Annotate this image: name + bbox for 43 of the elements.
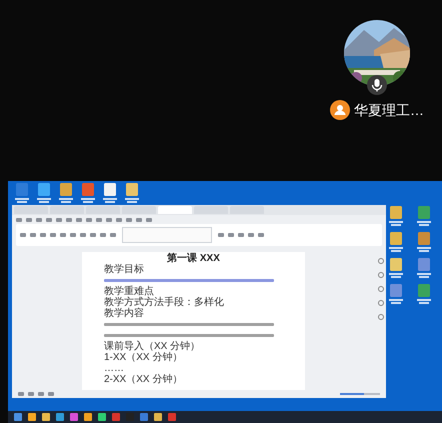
desktop-icon[interactable] xyxy=(14,182,30,204)
taskbar-icon[interactable] xyxy=(84,413,92,421)
taskbar-icon[interactable] xyxy=(56,413,64,421)
document-line: 2-XX（XX 分钟） xyxy=(104,374,184,385)
desktop-icon[interactable] xyxy=(416,283,432,305)
taskbar-icon[interactable] xyxy=(154,413,162,421)
side-tool-icon[interactable] xyxy=(378,286,384,292)
document-line: 教学内容 xyxy=(104,308,145,319)
taskbar-icon[interactable] xyxy=(42,413,50,421)
document-line: 1-XX（XX 分钟） xyxy=(104,352,184,363)
taskbar-icon[interactable] xyxy=(112,413,120,421)
desktop-icon[interactable] xyxy=(388,257,404,279)
document-line: 教学方式方法手段：多样化 xyxy=(104,297,225,308)
side-tool-icon[interactable] xyxy=(378,314,384,320)
taskbar-icon[interactable] xyxy=(98,413,106,421)
taskbar-icon[interactable] xyxy=(168,413,176,421)
document-title: 第一课 XXX xyxy=(166,253,221,264)
person-icon xyxy=(330,100,350,120)
desktop-icon[interactable] xyxy=(36,182,52,204)
side-tool-icon[interactable] xyxy=(378,300,384,306)
desktop-icon[interactable] xyxy=(102,182,118,204)
desktop-icon[interactable] xyxy=(124,182,140,204)
desktop-icon[interactable] xyxy=(388,205,404,227)
document-line: 课前导入（XX 分钟） xyxy=(104,341,202,352)
desktop-icon[interactable] xyxy=(416,205,432,227)
desktop-icon[interactable] xyxy=(416,257,432,279)
document-line: …… xyxy=(104,363,125,374)
desktop-icon[interactable] xyxy=(416,231,432,253)
desktop-icon[interactable] xyxy=(80,182,96,204)
desktop-icon[interactable] xyxy=(388,283,404,305)
taskbar-icon[interactable] xyxy=(28,413,36,421)
taskbar-icon[interactable] xyxy=(140,413,148,421)
desktop-icon[interactable] xyxy=(388,231,404,253)
microphone-icon[interactable] xyxy=(367,75,387,95)
participant-name: 华夏理工… xyxy=(354,101,424,119)
desktop-icon[interactable] xyxy=(58,182,74,204)
style-gallery[interactable] xyxy=(122,227,212,243)
taskbar-icon[interactable] xyxy=(14,413,22,421)
taskbar-icon[interactable] xyxy=(70,413,78,421)
side-tool-icon[interactable] xyxy=(378,258,384,264)
document-line: 教学目标 xyxy=(104,264,145,275)
side-tool-icon[interactable] xyxy=(378,272,384,278)
document-line: 教学重难点 xyxy=(104,286,154,297)
